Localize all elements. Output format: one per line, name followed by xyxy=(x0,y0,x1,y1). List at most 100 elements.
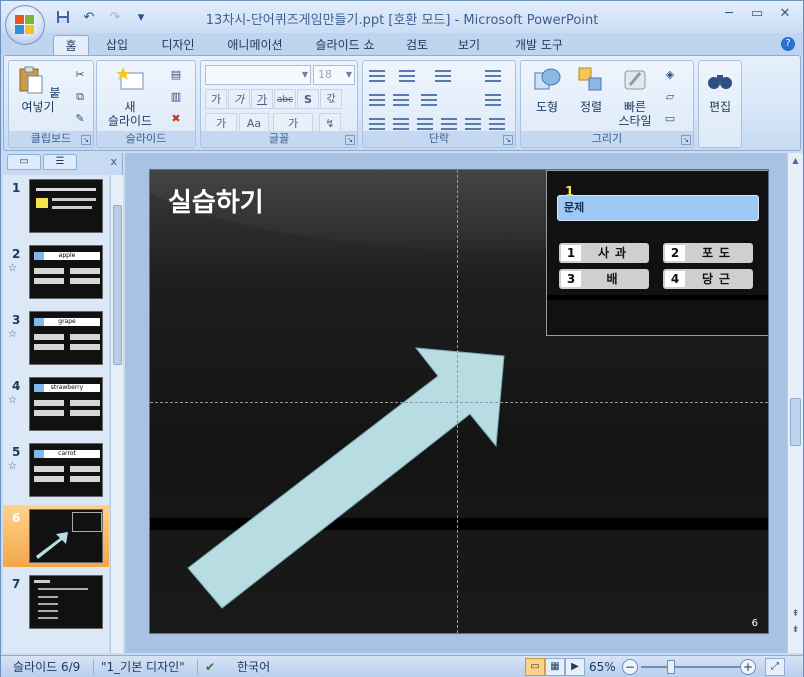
shape-effects-icon[interactable]: ▭ xyxy=(661,111,679,127)
shape-outline-icon[interactable]: ▱ xyxy=(661,89,679,105)
thumbnail-image[interactable]: apple xyxy=(29,245,103,299)
thumbnail-image[interactable]: grape xyxy=(29,311,103,365)
close-pane-icon[interactable]: x xyxy=(110,155,117,168)
align-text-icon[interactable] xyxy=(483,91,503,109)
thumbnail-row-3[interactable]: 3 ☆ grape xyxy=(3,307,109,369)
outline-tab-icon[interactable]: ☰ xyxy=(43,154,77,170)
text-direction-icon[interactable] xyxy=(483,67,503,85)
tab-slideshow[interactable]: 슬라이드 쇼 xyxy=(305,35,385,55)
thumbnail-number: 7 xyxy=(12,577,21,591)
editing-group: 편집 xyxy=(698,60,742,148)
format-painter-icon[interactable]: ✎ xyxy=(71,111,89,127)
thumbnail-image[interactable]: carrot xyxy=(29,443,103,497)
shadow-icon[interactable]: S xyxy=(297,89,319,109)
underline-icon[interactable]: 가 xyxy=(251,89,273,109)
thumbnail-row-7[interactable]: 7 xyxy=(3,571,109,633)
tab-animation[interactable]: 애니메이션 xyxy=(217,35,293,55)
zoom-slider[interactable] xyxy=(641,666,741,668)
char-spacing-icon[interactable]: 갃 xyxy=(320,89,342,109)
slideshow-view-icon[interactable]: ▶ xyxy=(565,658,585,676)
quick-styles-button[interactable]: 빠른 스타일 xyxy=(613,65,657,128)
zoom-level[interactable]: 65% xyxy=(589,659,616,675)
thumbnail-answer xyxy=(70,466,100,472)
editing-button[interactable]: 편집 xyxy=(701,65,739,114)
shapes-button[interactable]: 도형 xyxy=(525,65,569,114)
tab-review[interactable]: 검토 xyxy=(397,35,437,55)
clipboard-group: 붙여넣기 ✂ ⧉ ✎ 클립보드 ↘ xyxy=(8,60,94,148)
arrow-shape[interactable] xyxy=(180,338,510,618)
tab-insert[interactable]: 삽입 xyxy=(97,35,137,55)
thumbnail-row-4[interactable]: 4 ☆ strawberry xyxy=(3,373,109,435)
thumbnail-image[interactable]: strawberry xyxy=(29,377,103,431)
strikethrough-icon[interactable]: abc xyxy=(274,89,296,109)
copy-icon[interactable]: ⧉ xyxy=(71,89,89,105)
font-launcher-icon[interactable]: ↘ xyxy=(345,135,355,145)
font-size-combo[interactable]: 18 ▼ xyxy=(313,65,355,85)
office-button[interactable] xyxy=(5,5,45,45)
slide-scrollbar[interactable]: ▲ ⇞ ⇟ xyxy=(787,153,803,653)
thumbnail-row-5[interactable]: 5 ☆ carrot xyxy=(3,439,109,501)
thumbnails-scrollbar[interactable] xyxy=(110,175,123,653)
line-spacing-icon[interactable] xyxy=(433,67,453,85)
tab-view[interactable]: 보기 xyxy=(449,35,489,55)
minimize-button[interactable]: ─ xyxy=(717,5,741,23)
thumbnail-image[interactable] xyxy=(29,179,103,233)
scrollbar-thumb[interactable] xyxy=(790,398,801,446)
thumbnail-row-2[interactable]: 2 ☆ apple xyxy=(3,241,109,303)
help-icon[interactable]: ? xyxy=(781,37,795,51)
previous-slide-icon[interactable]: ⇞ xyxy=(788,609,803,623)
zoom-slider-thumb[interactable] xyxy=(667,660,675,674)
slides-tab-icon[interactable]: ▭ xyxy=(7,154,41,170)
decrease-indent-icon[interactable] xyxy=(367,91,387,109)
grow-font-icon[interactable]: 가 xyxy=(205,89,227,109)
font-color-icon[interactable]: 가 xyxy=(205,113,237,133)
theme-name[interactable]: "1_기본 디자인" xyxy=(101,659,185,675)
shape-fill-icon[interactable]: ◈ xyxy=(661,67,679,83)
scroll-up-icon[interactable]: ▲ xyxy=(788,153,803,169)
clear-format-icon[interactable]: ↯ xyxy=(319,113,341,133)
tab-design[interactable]: 디자인 xyxy=(151,35,205,55)
thumbnail-image[interactable] xyxy=(29,509,103,563)
italic-icon[interactable]: 가 xyxy=(228,89,250,109)
change-case-icon[interactable]: Aa xyxy=(239,113,269,133)
slides-group: 새 슬라이드 ▤ ▥ ✖ 슬라이드 xyxy=(96,60,196,148)
normal-view-icon[interactable]: ▭ xyxy=(525,658,545,676)
new-slide-button[interactable]: 새 슬라이드 xyxy=(99,65,161,128)
next-slide-icon[interactable]: ⇟ xyxy=(788,625,803,639)
maximize-button[interactable]: ▭ xyxy=(745,5,769,23)
drawing-launcher-icon[interactable]: ↘ xyxy=(681,135,691,145)
tab-home[interactable]: 홈 xyxy=(53,35,89,55)
arrange-button[interactable]: 정렬 xyxy=(569,65,613,114)
thumbnail-row-1[interactable]: 1 xyxy=(3,175,109,237)
scrollbar-thumb[interactable] xyxy=(113,205,122,365)
fit-to-window-icon[interactable]: ⤢ xyxy=(765,658,785,676)
zoom-out-icon[interactable]: − xyxy=(622,659,638,675)
thumbnail-row-6-selected[interactable]: 6 xyxy=(3,505,109,567)
spell-check-icon[interactable]: ✔ xyxy=(205,659,215,675)
zoom-in-icon[interactable]: + xyxy=(740,659,756,675)
quiz-preview-image[interactable]: 문제 1 1 사과 2 포도 3 배 4 당근 xyxy=(546,170,768,336)
tab-developer[interactable]: 개발 도구 xyxy=(501,35,577,55)
paste-button[interactable]: 붙여넣기 xyxy=(13,65,63,114)
thumbnail-image[interactable] xyxy=(29,575,103,629)
editing-label: 편집 xyxy=(708,100,732,114)
cut-icon[interactable]: ✂ xyxy=(71,67,89,83)
delete-slide-icon[interactable]: ✖ xyxy=(167,111,185,127)
numbering-icon[interactable] xyxy=(397,67,417,85)
font-name-combo[interactable]: ▼ xyxy=(205,65,311,85)
sorter-view-icon[interactable]: ▦ xyxy=(545,658,565,676)
columns-icon[interactable] xyxy=(419,91,439,109)
horizontal-guide[interactable] xyxy=(150,402,768,403)
close-button[interactable]: ✕ xyxy=(773,5,797,23)
current-slide[interactable]: 실습하기 문제 1 1 사과 2 포도 3 배 4 당근 6 xyxy=(149,169,769,634)
paragraph-launcher-icon[interactable]: ↘ xyxy=(503,135,513,145)
layout-icon[interactable]: ▤ xyxy=(167,67,185,83)
bullets-icon[interactable] xyxy=(367,67,387,85)
clipboard-launcher-icon[interactable]: ↘ xyxy=(81,135,91,145)
language[interactable]: 한국어 xyxy=(237,659,270,675)
reset-icon[interactable]: ▥ xyxy=(167,89,185,105)
font-size-adjust-icon[interactable]: 가 xyxy=(273,113,313,133)
thumbnail-answer xyxy=(34,476,64,482)
increase-indent-icon[interactable] xyxy=(391,91,411,109)
slide-title[interactable]: 실습하기 xyxy=(168,182,264,219)
